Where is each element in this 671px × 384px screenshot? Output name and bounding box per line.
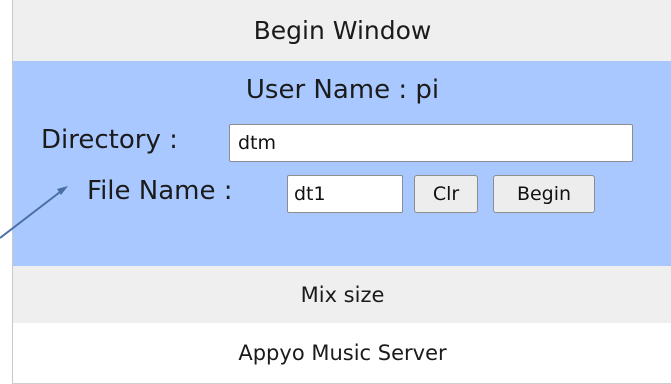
mix-size-link[interactable]: Mix size	[13, 266, 671, 323]
begin-window-panel: Begin Window User Name : pi Directory : …	[12, 0, 671, 384]
directory-input[interactable]	[229, 124, 633, 162]
file-name-label: File Name :	[87, 176, 233, 206]
file-name-input[interactable]	[287, 175, 403, 213]
footer-title: Appyo Music Server	[13, 323, 671, 384]
window-title: Begin Window	[13, 0, 671, 61]
user-name-text: User Name : pi	[245, 75, 440, 105]
directory-label: Directory :	[41, 125, 178, 155]
begin-form: User Name : pi Directory : File Name : C…	[13, 61, 671, 266]
clear-button[interactable]: Clr	[414, 175, 478, 213]
begin-button[interactable]: Begin	[493, 175, 595, 213]
